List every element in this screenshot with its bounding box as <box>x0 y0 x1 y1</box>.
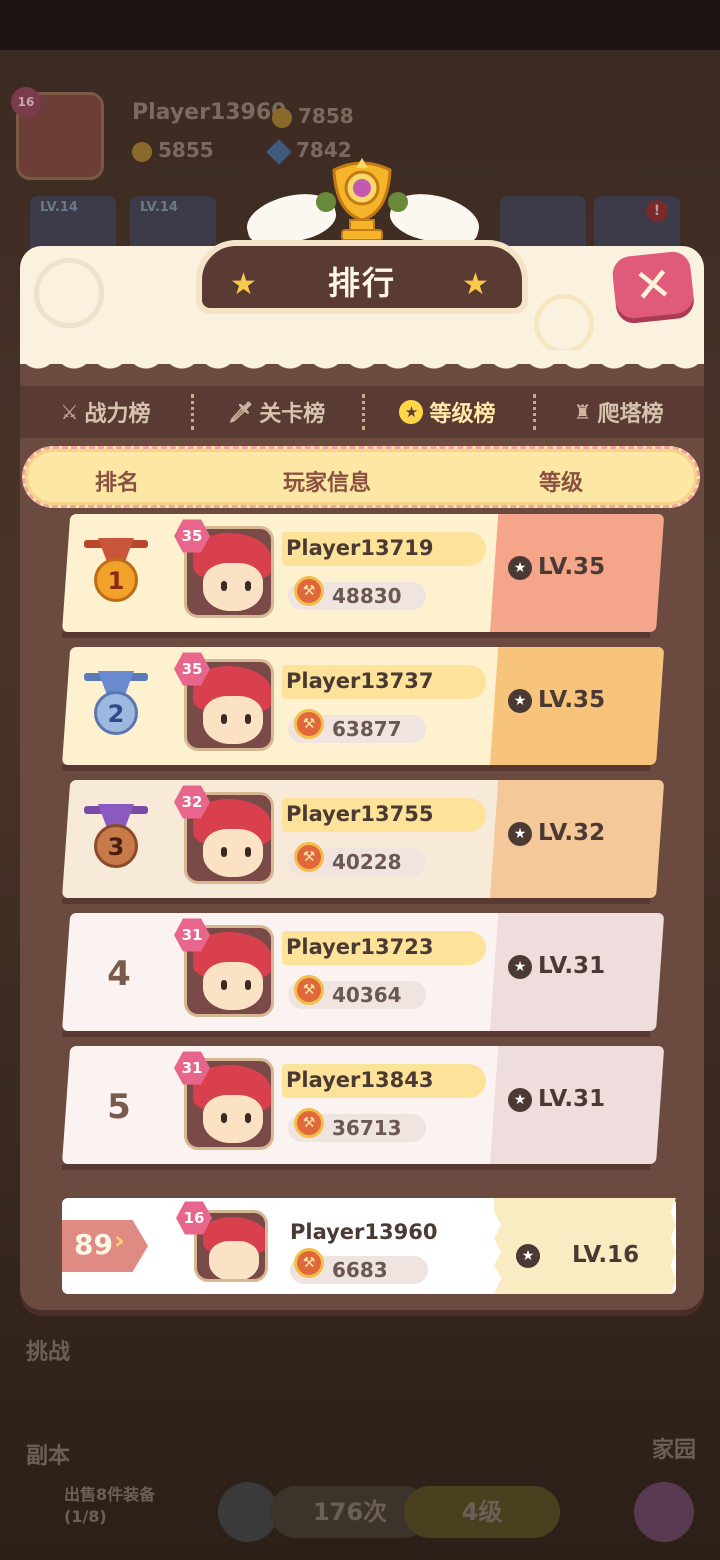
gold-medal-icon: 1 <box>82 538 150 618</box>
leaderboard-row[interactable]: 5 31 Player13843 ⚒ 36713 ★ LV.31 <box>62 1046 665 1170</box>
bg-coins: 5855 <box>132 138 214 162</box>
player-name: Player13719 <box>286 536 434 560</box>
tab-level[interactable]: ★ 等级榜 <box>362 386 533 438</box>
decor-swirl <box>34 258 104 328</box>
power-icon <box>272 107 292 128</box>
sword-icon: ⚔ <box>60 400 79 424</box>
sell-equipment[interactable]: 出售8件装备 (1/8) <box>64 1484 155 1528</box>
bronze-medal-icon: 3 <box>82 804 150 884</box>
star-icon: ★ <box>508 1088 532 1112</box>
star-icon: ★ <box>516 1244 540 1268</box>
bg-player-name: Player13960 <box>132 100 287 125</box>
dungeon-button[interactable]: 副本 <box>26 1438 70 1470</box>
col-player-info: 玩家信息 <box>283 471 372 496</box>
player-name: Player13737 <box>286 669 434 693</box>
player-level: ★ LV.35 <box>508 554 605 580</box>
leaderboard-row[interactable]: 3 32 Player13755 ⚒ 40228 ★ LV.32 <box>62 780 665 904</box>
silver-medal-icon: 2 <box>82 671 150 751</box>
ranking-tabs: ⚔ 战力榜 🗡 关卡榜 ★ 等级榜 ♜ 爬塔榜 <box>20 386 704 438</box>
player-level: ★ LV.35 <box>508 687 605 713</box>
bg-power: 7858 <box>272 104 354 128</box>
player-power: 48830 <box>332 584 402 608</box>
coin-icon <box>132 141 152 162</box>
rank-number: 4 <box>84 939 154 1009</box>
power-icon: ⚒ <box>294 842 324 872</box>
modal-title: 排行 <box>327 264 396 302</box>
dagger-icon: 🗡 <box>227 400 254 424</box>
power-icon: ⚒ <box>294 1248 324 1278</box>
tab-tower[interactable]: ♜ 爬塔榜 <box>533 386 704 438</box>
star-icon: ★ <box>508 822 532 846</box>
leaderboard-row[interactable]: 2 35 Player13737 ⚒ 63877 ★ LV.35 <box>62 647 665 771</box>
bg-player-level: 16 <box>11 87 41 117</box>
player-name: Player13723 <box>286 935 434 959</box>
rank-number: 5 <box>84 1072 154 1142</box>
my-rank-number: 89 <box>74 1228 113 1261</box>
close-icon: ✕ <box>631 256 675 314</box>
star-icon: ★ <box>508 689 532 713</box>
player-name: Player13843 <box>286 1068 434 1092</box>
bg-player-avatar: 16 <box>11 87 104 180</box>
chevron-right-icon: › <box>114 1226 125 1256</box>
col-level: 等级 <box>539 471 584 496</box>
home-button[interactable]: 家园 <box>652 1432 696 1464</box>
player-name: Player13755 <box>286 802 434 826</box>
player-level: ★ LV.32 <box>508 820 605 846</box>
status-bar-area <box>0 0 720 50</box>
player-power: 40228 <box>332 850 402 874</box>
settings-gear-icon[interactable] <box>218 1482 278 1542</box>
my-power: 6683 <box>332 1258 388 1282</box>
power-icon: ⚒ <box>294 1108 324 1138</box>
star-icon: ★ <box>508 955 532 979</box>
power-icon: ⚒ <box>294 709 324 739</box>
power-icon: ⚒ <box>294 576 324 606</box>
plus-icon[interactable] <box>634 1482 694 1542</box>
decor-swirl <box>534 294 594 354</box>
player-power: 63877 <box>332 717 402 741</box>
power-icon: ⚒ <box>294 975 324 1005</box>
close-button[interactable]: ✕ <box>610 250 696 320</box>
player-power: 36713 <box>332 1116 402 1140</box>
leaderboard-row[interactable]: 1 35 Player13719 ⚒ 48830 ★ LV.35 <box>62 514 665 638</box>
column-header: 排名 玩家信息 等级 <box>22 446 700 508</box>
tower-icon: ♜ <box>573 400 592 424</box>
tab-stage[interactable]: 🗡 关卡榜 <box>191 386 362 438</box>
gem-icon <box>266 138 292 165</box>
trophy-icon <box>316 158 408 241</box>
tab-power[interactable]: ⚔ 战力榜 <box>20 386 191 438</box>
player-power: 40364 <box>332 983 402 1007</box>
star-icon: ★ <box>399 400 424 424</box>
player-level: ★ LV.31 <box>508 953 605 979</box>
my-player-name: Player13960 <box>290 1220 438 1244</box>
star-icon: ★ <box>508 556 532 580</box>
leaderboard-row[interactable]: 4 31 Player13723 ⚒ 40364 ★ LV.31 <box>62 913 665 1037</box>
my-level: ★ <box>516 1242 546 1268</box>
my-level-text: LV.16 <box>572 1242 640 1268</box>
challenge-button[interactable]: 挑战 <box>26 1334 70 1366</box>
col-rank: 排名 <box>95 471 140 496</box>
player-level: ★ LV.31 <box>508 1086 605 1112</box>
level-pill[interactable]: 4级 <box>404 1486 560 1538</box>
